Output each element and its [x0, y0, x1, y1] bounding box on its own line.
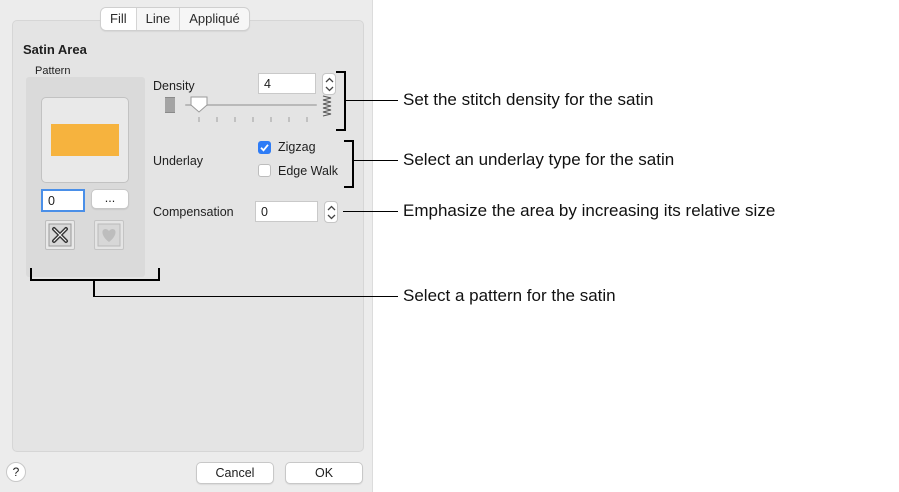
underlay-bracket-bottom — [344, 186, 354, 188]
density-slider-thumb[interactable] — [190, 96, 208, 118]
compensation-label: Compensation — [153, 205, 234, 219]
density-stepper[interactable] — [322, 73, 336, 95]
tab-fill[interactable]: Fill — [101, 8, 137, 30]
density-label: Density — [153, 79, 195, 93]
pattern-bracket-bottom — [30, 279, 160, 281]
density-leader-line — [346, 100, 398, 101]
underlay-bracket-side — [352, 140, 354, 188]
compensation-field[interactable]: 0 — [255, 201, 318, 222]
edge-walk-checkbox[interactable] — [258, 164, 271, 177]
compensation-callout: Emphasize the area by increasing its rel… — [403, 201, 776, 220]
help-button[interactable]: ? — [6, 462, 26, 482]
cancel-button[interactable]: Cancel — [196, 462, 274, 484]
pattern-label: Pattern — [35, 65, 71, 77]
density-bracket-bottom — [336, 129, 346, 131]
pattern-swatch — [51, 124, 119, 156]
pattern-preview[interactable] — [41, 97, 129, 183]
tab-applique[interactable]: Appliqué — [180, 8, 249, 30]
pattern-callout: Select a pattern for the satin — [403, 286, 616, 305]
pattern-leader-vertical — [93, 280, 95, 297]
compensation-leader-line — [343, 211, 398, 212]
pattern-bracket-right — [158, 268, 160, 280]
underlay-callout: Select an underlay type for the satin — [403, 150, 675, 169]
edge-walk-label: Edge Walk — [278, 164, 338, 178]
tab-bar: Fill Line Appliqué — [100, 7, 250, 31]
zigzag-label: Zigzag — [278, 140, 316, 154]
pattern-number-field[interactable]: 0 — [41, 189, 85, 212]
favorite-heart-icon[interactable] — [94, 220, 124, 250]
ok-button[interactable]: OK — [285, 462, 363, 484]
density-high-icon — [322, 95, 332, 122]
underlay-leader-line — [354, 160, 398, 161]
browse-pattern-button[interactable]: ... — [91, 189, 129, 209]
tab-line[interactable]: Line — [137, 8, 181, 30]
density-low-icon — [165, 97, 175, 118]
section-title: Satin Area — [23, 42, 87, 57]
zigzag-checkbox[interactable] — [258, 141, 271, 154]
density-callout: Set the stitch density for the satin — [403, 90, 654, 109]
compensation-stepper[interactable] — [324, 201, 338, 223]
density-field[interactable]: 4 — [258, 73, 316, 94]
satin-settings-panel: Fill Line Appliqué Satin Area Pattern 0 … — [0, 0, 373, 492]
density-bracket-side — [344, 71, 346, 131]
underlay-label: Underlay — [153, 154, 204, 168]
pattern-leader-line — [93, 296, 398, 297]
clear-pattern-icon[interactable] — [45, 220, 75, 250]
